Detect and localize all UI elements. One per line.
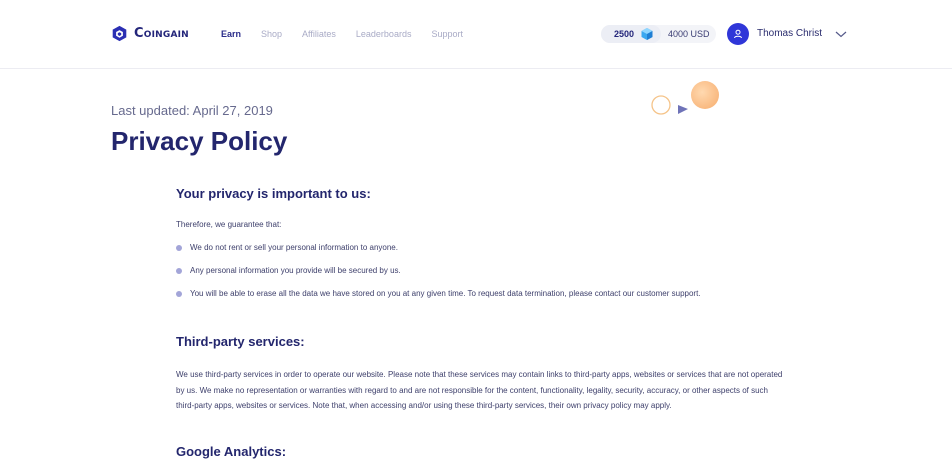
gem-icon: [641, 28, 653, 40]
privacy-intro: Therefore, we guarantee that:: [176, 220, 282, 229]
brand-name: Coingain: [134, 26, 189, 41]
nav-item-shop[interactable]: Shop: [261, 29, 282, 39]
cube-logo-icon: [112, 25, 127, 42]
nav-item-support[interactable]: Support: [431, 29, 463, 39]
nav-item-affiliates[interactable]: Affiliates: [302, 29, 336, 39]
decorative-shapes: [651, 81, 719, 115]
balance-widget[interactable]: 2500 4000 USD: [601, 25, 716, 43]
list-item: You will be able to erase all the data w…: [176, 289, 701, 298]
coin-count: 2500: [614, 29, 635, 39]
third-party-body: We use third-party services in order to …: [176, 370, 783, 410]
user-name[interactable]: Thomas Christ: [757, 28, 822, 39]
nav-item-leaderboards[interactable]: Leaderboards: [356, 29, 412, 39]
list-item-text: Any personal information you provide wil…: [190, 266, 401, 275]
bullet-dot: [176, 290, 182, 297]
main-nav: Earn Shop Affiliates Leaderboards Suppor…: [221, 29, 463, 39]
bullet-dot: [176, 267, 182, 274]
section-heading-analytics: Google Analytics:: [176, 444, 287, 459]
list-item-text: We do not rent or sell your personal inf…: [190, 243, 398, 252]
list-item: Any personal information you provide wil…: [176, 266, 401, 275]
avatar[interactable]: [727, 23, 749, 45]
list-item: We do not rent or sell your personal inf…: [176, 243, 398, 252]
last-updated: Last updated: April 27, 2019: [111, 103, 273, 118]
bullet-dot: [176, 244, 182, 251]
top-header: Coingain Earn Shop Affiliates Leaderboar…: [0, 0, 952, 69]
usd-balance: 4000 USD: [668, 29, 710, 39]
section-heading-privacy: Your privacy is important to us:: [176, 186, 371, 201]
list-item-text: You will be able to erase all the data w…: [190, 289, 701, 298]
user-icon: [734, 29, 742, 39]
page-title: Privacy Policy: [111, 126, 288, 156]
brand-logo[interactable]: Coingain: [111, 25, 189, 42]
section-heading-third-party: Third-party services:: [176, 334, 305, 349]
nav-item-earn[interactable]: Earn: [221, 29, 241, 39]
chevron-down-icon[interactable]: [835, 29, 847, 39]
